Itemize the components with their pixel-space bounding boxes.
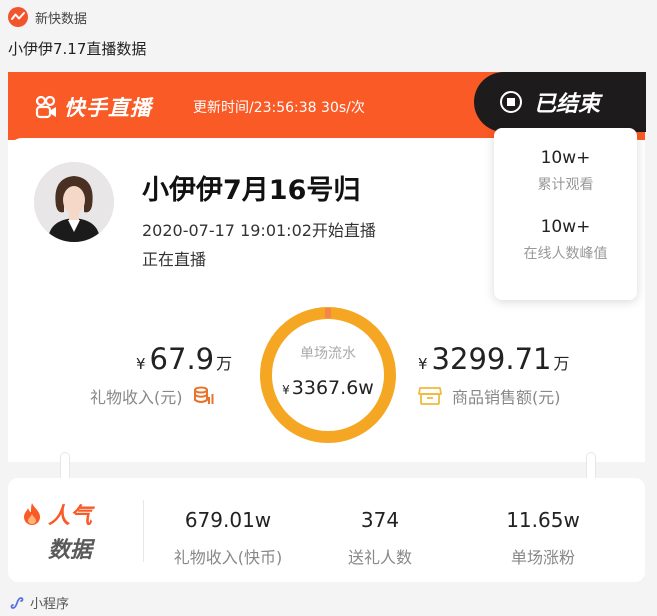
kuaishou-logo-icon [35, 95, 56, 119]
session-revenue-label: 单场流水 [300, 346, 356, 362]
app-logo-icon [8, 7, 28, 27]
gift-coins-stat: 679.01w 礼物收入(快币) [153, 508, 303, 568]
peak-online-label: 在线人数峰值 [523, 246, 608, 262]
popularity-title-line2: 数据 [48, 538, 93, 563]
peak-online: 10w+ 在线人数峰值 [494, 217, 637, 263]
stats-popup: 10w+ 累计观看 10w+ 在线人数峰值 [494, 128, 637, 300]
goods-sales-label: 商品销售额(元) [452, 388, 561, 407]
fire-icon [24, 503, 40, 525]
brand-text: 快手直播 [64, 96, 152, 120]
popularity-title-line1: 人气 [48, 504, 93, 529]
store-icon [418, 387, 442, 405]
gift-senders-stat: 374 送礼人数 [320, 508, 440, 568]
total-views-value: 10w+ [540, 148, 591, 168]
total-views: 10w+ 累计观看 [494, 148, 637, 194]
mini-program-icon [10, 596, 24, 609]
start-time: 2020-07-17 19:01:02开始直播 [142, 221, 376, 240]
new-followers-label: 单场涨粉 [510, 548, 575, 567]
gift-revenue: ¥67.9 万 礼物收入(元) [90, 342, 250, 408]
mini-program-link[interactable]: 小程序 [10, 593, 69, 612]
gift-revenue-label: 礼物收入(元) [90, 388, 183, 407]
currency-symbol: ¥ [418, 355, 428, 373]
goods-sales-value-row: ¥3299.71 万 [418, 342, 598, 376]
currency-symbol: ¥ [282, 383, 290, 397]
gift-senders-value: 374 [360, 508, 400, 532]
currency-symbol: ¥ [136, 355, 146, 373]
gift-coins-value: 679.01w [184, 508, 272, 532]
goods-sales-value: 3299.71 [431, 342, 552, 376]
gauge-ring [260, 307, 396, 443]
session-revenue-gauge: 单场流水 ¥3367.6w [258, 305, 398, 445]
session-revenue-value-row: ¥3367.6w [258, 377, 398, 399]
top-bar: 新快数据 [0, 0, 657, 34]
avatar [34, 162, 114, 242]
live-status: 正在直播 [142, 250, 207, 269]
app-name: 新快数据 [35, 11, 88, 27]
gift-revenue-value-row: ¥67.9 万 [90, 342, 250, 376]
ended-status-label: 已结束 [534, 92, 601, 117]
peak-online-value: 10w+ [540, 217, 591, 237]
session-revenue-value: 3367.6w [291, 377, 374, 399]
goods-sales: ¥3299.71 万 商品销售额(元) [418, 342, 598, 408]
gift-senders-label: 送礼人数 [347, 548, 412, 567]
kuaishou-live-logo: 快手直播 [34, 92, 152, 122]
gift-revenue-unit: 万 [216, 354, 233, 373]
coins-icon [193, 386, 213, 404]
new-followers-stat: 11.65w 单场涨粉 [478, 508, 608, 568]
total-views-label: 累计观看 [537, 177, 594, 193]
divider [143, 500, 144, 562]
stop-icon [500, 91, 522, 113]
update-time: 更新时间/23:56:38 30s/次 [193, 100, 365, 116]
goods-sales-label-row: 商品销售额(元) [418, 384, 598, 408]
gift-revenue-value: 67.9 [149, 342, 215, 376]
popularity-title: 人气 数据 [22, 498, 116, 564]
streamer-name: 小伊伊7月16号归 [142, 175, 361, 206]
popularity-card: 人气 数据 679.01w 礼物收入(快币) 374 送礼人数 11.65w 单… [8, 478, 645, 582]
goods-sales-unit: 万 [553, 354, 570, 373]
mini-program-label: 小程序 [30, 597, 70, 612]
gift-revenue-label-row: 礼物收入(元) [90, 384, 250, 408]
new-followers-value: 11.65w [506, 508, 580, 532]
gift-coins-label: 礼物收入(快币) [173, 548, 283, 567]
post-title: 小伊伊7.17直播数据 [8, 40, 147, 58]
ended-status-badge: 已结束 [474, 72, 646, 132]
